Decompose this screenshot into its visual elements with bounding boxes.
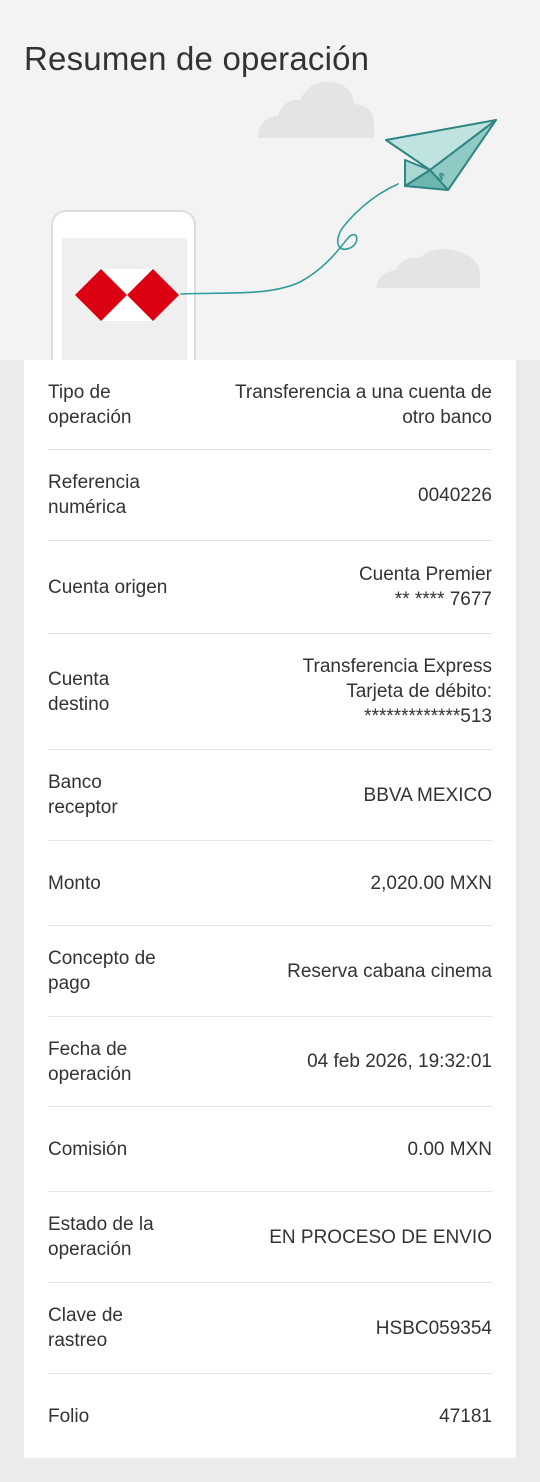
detail-row-cuenta-origen: Cuenta origen Cuenta Premier ** **** 767… [48,541,492,634]
detail-label: Clave de rastreo [48,1305,123,1351]
detail-row-monto: Monto 2,020.00 MXN [48,841,492,926]
detail-value: Reserva cabana cinema [287,960,492,982]
detail-label: Concepto de pago [48,948,156,994]
detail-row-referencia: Referencia numérica 0040226 [48,450,492,541]
detail-value: 2,020.00 MXN [370,872,492,894]
detail-value: HSBC059354 [375,1317,492,1339]
operation-summary-card: Tipo de operación Transferencia a una cu… [24,360,516,1458]
detail-row-comision: Comisión 0.00 MXN [48,1107,492,1192]
detail-row-concepto: Concepto de pago Reserva cabana cinema [48,926,492,1017]
cloud-icon [376,249,480,288]
detail-label: Banco receptor [48,772,118,818]
detail-label: Tipo de operación [48,381,132,428]
detail-row-folio: Folio 47181 [48,1374,492,1458]
detail-label: Cuenta destino [48,668,110,715]
hero-illustration: $ [51,81,497,360]
detail-value: Cuenta Premier ** **** 7677 [358,564,492,610]
detail-label: Comisión [48,1138,128,1160]
detail-label: Estado de la operación [48,1214,154,1260]
detail-row-cuenta-destino: Cuenta destino Transferencia Express Tar… [48,634,492,750]
detail-row-banco-receptor: Banco receptor BBVA MEXICO [48,750,492,841]
detail-value: 0040226 [418,484,492,506]
paper-plane-icon: $ [385,119,497,191]
detail-value: 04 feb 2026, 19:32:01 [307,1051,492,1072]
flight-path-line [180,183,399,295]
detail-row-clave-rastreo: Clave de rastreo HSBC059354 [48,1283,492,1374]
detail-label: Folio [48,1405,90,1427]
detail-label: Fecha de operación [48,1038,132,1085]
detail-value: Transferencia Express Tarjeta de débito:… [302,656,492,727]
detail-label: Monto [48,872,101,894]
cloud-icon [258,81,374,138]
detail-row-tipo-operacion: Tipo de operación Transferencia a una cu… [48,360,492,450]
detail-row-estado: Estado de la operación EN PROCESO DE ENV… [48,1192,492,1283]
detail-value: 47181 [439,1405,492,1427]
detail-row-fecha: Fecha de operación 04 feb 2026, 19:32:01 [48,1017,492,1107]
detail-value: EN PROCESO DE ENVIO [269,1226,492,1248]
detail-value: 0.00 MXN [407,1138,492,1160]
detail-label: Cuenta origen [48,576,168,598]
detail-label: Referencia numérica [48,472,140,518]
detail-value: BBVA MEXICO [363,784,492,806]
hero-banner: Resumen de operación $ [0,0,540,360]
detail-value: Transferencia a una cuenta de otro banco [234,381,492,428]
